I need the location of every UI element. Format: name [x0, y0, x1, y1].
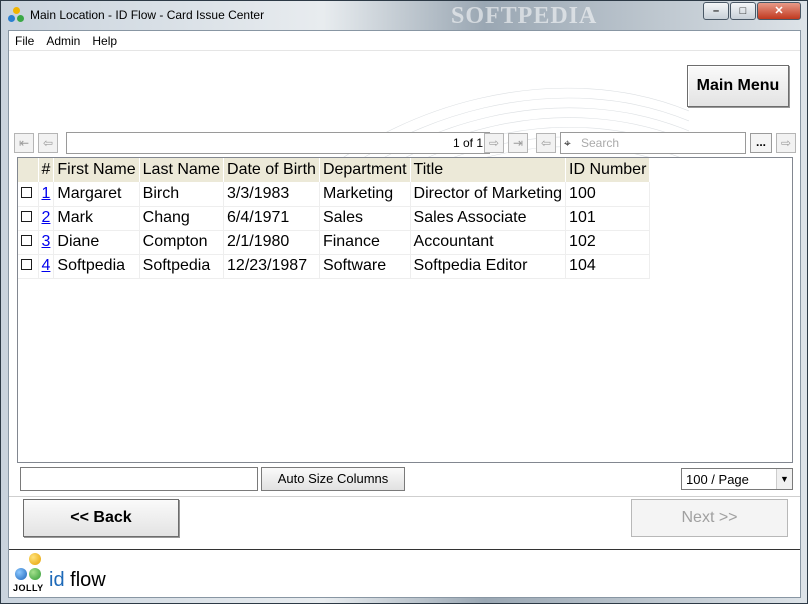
filter-input[interactable] — [20, 467, 258, 491]
row-number-link[interactable]: 2 — [42, 209, 51, 226]
records-table: # First Name Last Name Date of Birth Dep… — [18, 158, 651, 279]
search-back-icon[interactable]: ⇦ — [536, 133, 556, 153]
id-number-cell: 100 — [565, 182, 651, 207]
last-name-cell: Chang — [139, 206, 225, 231]
row-checkbox-cell[interactable] — [18, 206, 39, 231]
brand-id: id — [49, 569, 65, 591]
page-indicator: 1 of 1 — [66, 132, 490, 154]
table-row[interactable]: 2 Mark Chang 6/4/1971 Sales Sales Associ… — [18, 206, 651, 231]
first-name-cell: Softpedia — [53, 254, 140, 279]
search-input[interactable]: ⌖ Search — [560, 132, 746, 154]
close-button[interactable]: ✕ — [757, 2, 801, 20]
id-number-cell: 104 — [565, 254, 651, 279]
brand-name: id flow — [49, 569, 106, 592]
row-checkbox[interactable] — [21, 211, 32, 222]
first-name-cell: Mark — [53, 206, 140, 231]
column-header[interactable]: Last Name — [139, 158, 225, 182]
row-number-link[interactable]: 4 — [42, 257, 51, 274]
first-page-icon[interactable]: ⇤ — [14, 133, 34, 153]
search-options-button[interactable]: ... — [750, 133, 772, 153]
title-cell: Sales Associate — [410, 206, 567, 231]
app-icon — [8, 7, 25, 24]
brand-flow: flow — [64, 569, 106, 591]
pager-bar: ⇤ ⇦ 1 of 1 ⇨ ⇥ ⇦ ⌖ Search ... ⇨ — [14, 131, 798, 155]
column-header[interactable]: ID Number — [565, 158, 651, 182]
dob-cell: 12/23/1987 — [223, 254, 320, 279]
menu-admin[interactable]: Admin — [40, 31, 86, 50]
id-number-cell: 101 — [565, 206, 651, 231]
menu-help[interactable]: Help — [86, 31, 123, 50]
column-header[interactable]: Title — [410, 158, 567, 182]
title-bar[interactable]: Main Location - ID Flow - Card Issue Cen… — [1, 1, 807, 30]
row-checkbox-cell[interactable] — [18, 254, 39, 279]
prev-page-icon[interactable]: ⇦ — [38, 133, 58, 153]
footer-divider — [9, 549, 800, 550]
column-header[interactable]: First Name — [53, 158, 140, 182]
department-cell: Sales — [319, 206, 411, 231]
last-name-cell: Softpedia — [139, 254, 225, 279]
search-forward-icon[interactable]: ⇨ — [776, 133, 796, 153]
last-name-cell: Compton — [139, 230, 225, 255]
window-title: Main Location - ID Flow - Card Issue Cen… — [30, 8, 265, 22]
divider — [9, 496, 800, 497]
title-cell: Softpedia Editor — [410, 254, 567, 279]
table-row[interactable]: 3 Diane Compton 2/1/1980 Finance Account… — [18, 230, 651, 255]
next-button[interactable]: Next >> — [631, 499, 788, 537]
column-header[interactable]: Date of Birth — [223, 158, 320, 182]
binoculars-icon: ⌖ — [564, 136, 571, 150]
records-grid: # First Name Last Name Date of Birth Dep… — [17, 157, 793, 463]
watermark: SOFTPEDIA — [451, 3, 598, 29]
column-header[interactable]: # — [38, 158, 55, 182]
page-size-value: 100 / Page — [686, 472, 749, 487]
auto-size-columns-button[interactable]: Auto Size Columns — [261, 467, 405, 491]
last-page-icon[interactable]: ⇥ — [508, 133, 528, 153]
select-column-header — [18, 158, 39, 182]
menu-file[interactable]: File — [9, 31, 40, 50]
department-cell: Marketing — [319, 182, 411, 207]
client-area: File Admin Help Main Menu ⇤ ⇦ 1 of 1 ⇨ ⇥… — [8, 30, 801, 598]
last-name-cell: Birch — [139, 182, 225, 207]
maximize-button[interactable]: □ — [730, 2, 756, 20]
dob-cell: 3/3/1983 — [223, 182, 320, 207]
menu-bar: File Admin Help — [9, 31, 800, 51]
page-size-select[interactable]: 100 / Page ▼ — [681, 468, 793, 490]
main-menu-button[interactable]: Main Menu — [687, 65, 789, 107]
department-cell: Finance — [319, 230, 411, 255]
logo-text: JOLLY — [13, 583, 44, 593]
first-name-cell: Margaret — [53, 182, 140, 207]
app-window: Main Location - ID Flow - Card Issue Cen… — [0, 0, 808, 604]
search-placeholder: Search — [581, 136, 620, 150]
row-checkbox[interactable] — [21, 235, 32, 246]
row-checkbox-cell[interactable] — [18, 230, 39, 255]
back-button[interactable]: << Back — [23, 499, 179, 537]
row-number-link[interactable]: 3 — [42, 233, 51, 250]
minimize-button[interactable]: – — [703, 2, 729, 20]
dob-cell: 6/4/1971 — [223, 206, 320, 231]
column-header[interactable]: Department — [319, 158, 411, 182]
chevron-down-icon[interactable]: ▼ — [776, 469, 792, 489]
id-number-cell: 102 — [565, 230, 651, 255]
table-row[interactable]: 4 Softpedia Softpedia 12/23/1987 Softwar… — [18, 254, 651, 279]
title-cell: Accountant — [410, 230, 567, 255]
row-checkbox[interactable] — [21, 259, 32, 270]
first-name-cell: Diane — [53, 230, 140, 255]
table-header-row: # First Name Last Name Date of Birth Dep… — [18, 158, 651, 182]
dob-cell: 2/1/1980 — [223, 230, 320, 255]
row-checkbox[interactable] — [21, 186, 32, 198]
title-cell: Director of Marketing — [410, 182, 567, 207]
row-checkbox-cell[interactable] — [18, 182, 39, 207]
table-row[interactable]: 1 Margaret Birch 3/3/1983 Marketing Dire… — [18, 182, 651, 207]
department-cell: Software — [319, 254, 411, 279]
window-controls: – □ ✕ — [702, 2, 801, 20]
next-page-icon[interactable]: ⇨ — [484, 133, 504, 153]
row-number-link[interactable]: 1 — [42, 185, 51, 202]
